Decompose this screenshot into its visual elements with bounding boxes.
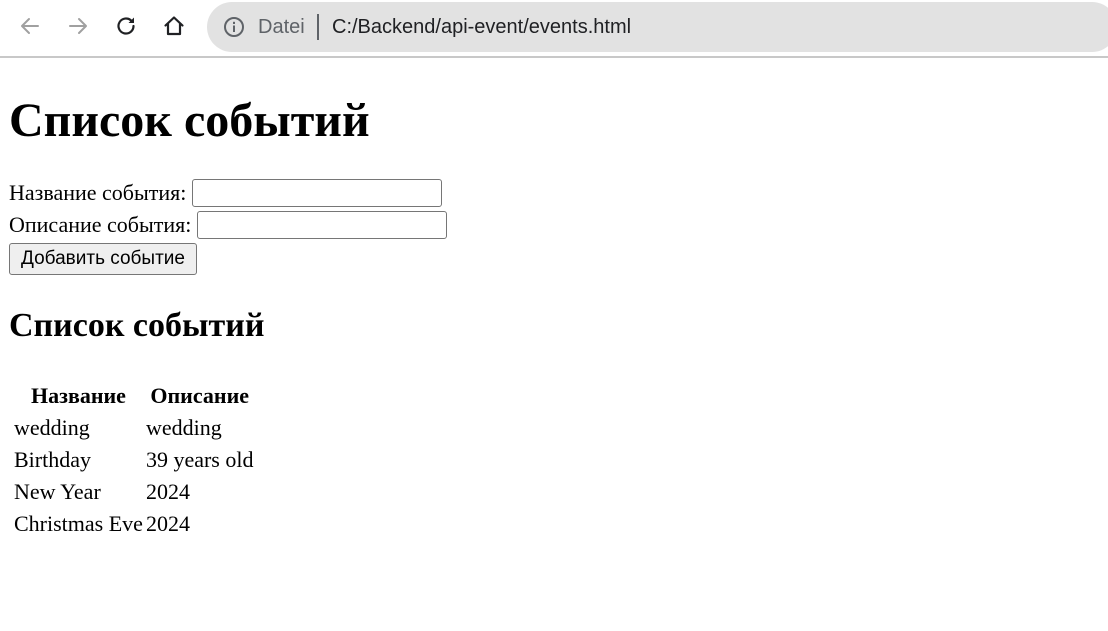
table-row: Birthday 39 years old bbox=[14, 445, 253, 474]
browser-toolbar: Datei C:/Backend/api-event/events.html bbox=[0, 0, 1108, 58]
address-divider bbox=[317, 14, 319, 40]
info-icon[interactable] bbox=[223, 16, 245, 38]
arrow-right-icon bbox=[69, 18, 87, 34]
table-cell-description: 2024 bbox=[145, 511, 190, 536]
column-header-name: Название bbox=[30, 383, 126, 408]
events-table: Название Описание wedding wedding Birthd… bbox=[11, 378, 256, 541]
column-header-description: Описание bbox=[150, 383, 250, 408]
back-button[interactable] bbox=[14, 10, 46, 42]
address-scheme-label: Datei bbox=[258, 16, 305, 38]
home-button[interactable] bbox=[158, 10, 190, 42]
table-cell-name: Birthday bbox=[14, 447, 91, 472]
table-row: Christmas Eve 2024 bbox=[14, 509, 253, 538]
event-name-row: Название события: bbox=[9, 179, 443, 207]
reload-button[interactable] bbox=[110, 10, 142, 42]
table-row: wedding wedding bbox=[14, 413, 253, 442]
address-url[interactable]: C:/Backend/api-event/events.html bbox=[332, 14, 631, 40]
table-cell-description: wedding bbox=[145, 415, 222, 440]
table-cell-description: 2024 bbox=[145, 479, 190, 504]
table-cell-description: 39 years old bbox=[145, 447, 254, 472]
table-cell-name: Christmas Eve bbox=[14, 511, 143, 536]
forward-button[interactable] bbox=[62, 10, 94, 42]
address-bar[interactable]: Datei C:/Backend/api-event/events.html bbox=[207, 2, 1108, 52]
events-list-title: Список событий bbox=[9, 307, 265, 344]
table-header-row: Название Описание bbox=[14, 381, 253, 410]
event-name-label: Название события: bbox=[9, 180, 187, 205]
arrow-left-icon bbox=[21, 18, 39, 34]
event-description-row: Описание события: bbox=[9, 211, 448, 239]
table-cell-name: New Year bbox=[14, 479, 101, 504]
page-title: Список событий bbox=[9, 94, 370, 147]
event-description-label: Описание события: bbox=[9, 212, 192, 237]
reload-icon bbox=[117, 17, 135, 35]
add-event-button[interactable]: Добавить событие bbox=[9, 243, 197, 275]
table-row: New Year 2024 bbox=[14, 477, 253, 506]
page-content: Список событий Название события: Описани… bbox=[0, 60, 1108, 631]
home-icon bbox=[164, 16, 184, 36]
event-name-input[interactable] bbox=[192, 179, 443, 207]
event-description-input[interactable] bbox=[197, 211, 448, 239]
table-cell-name: wedding bbox=[14, 415, 90, 440]
